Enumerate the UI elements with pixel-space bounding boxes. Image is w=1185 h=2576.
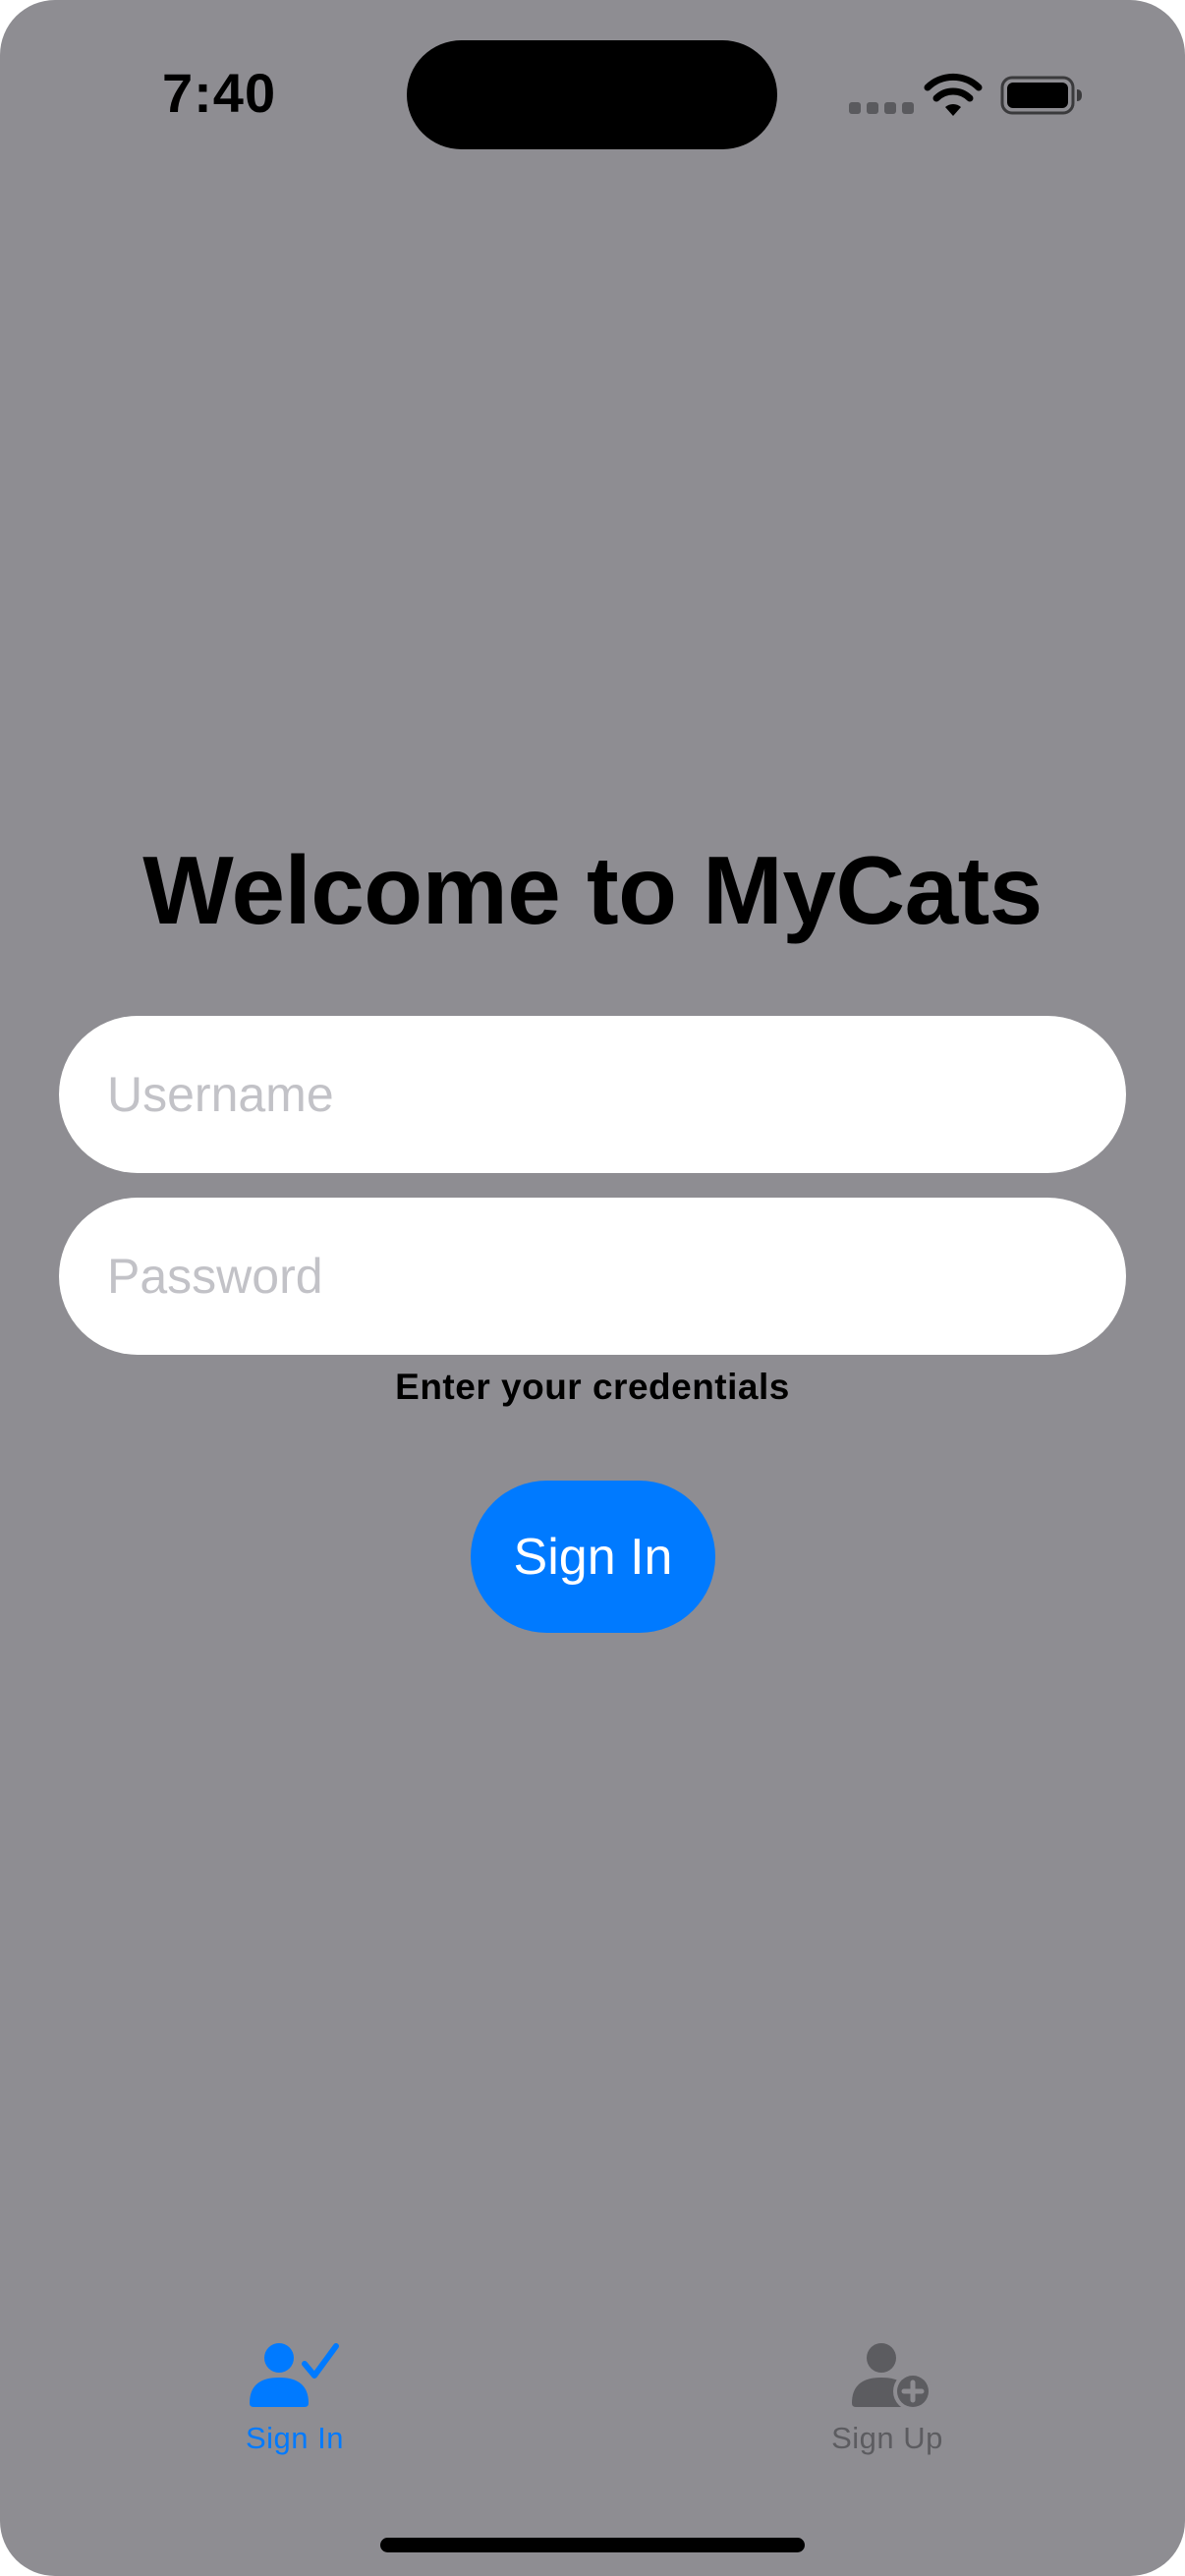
tab-sign-up[interactable]: Sign Up <box>769 2340 1005 2478</box>
dynamic-island <box>407 40 777 149</box>
sign-in-screen: 7:40 Welcome to MyCats Enter your creden… <box>0 0 1185 2576</box>
password-input[interactable] <box>59 1198 1126 1355</box>
sign-in-button[interactable]: Sign In <box>471 1481 715 1633</box>
credentials-hint: Enter your credentials <box>395 1367 790 1407</box>
tab-sign-in-label: Sign In <box>245 2421 344 2455</box>
wifi-icon <box>924 73 983 116</box>
person-add-icon <box>852 2343 932 2411</box>
tab-sign-in[interactable]: Sign In <box>177 2340 413 2478</box>
cellular-signal-icon <box>849 102 914 114</box>
status-time: 7:40 <box>162 62 277 124</box>
tab-sign-up-label: Sign Up <box>831 2421 943 2455</box>
person-checkmark-icon <box>250 2343 339 2407</box>
battery-icon <box>1000 76 1082 115</box>
home-indicator[interactable] <box>380 2538 805 2552</box>
page-title: Welcome to MyCats <box>142 836 1043 944</box>
username-input[interactable] <box>59 1016 1126 1173</box>
